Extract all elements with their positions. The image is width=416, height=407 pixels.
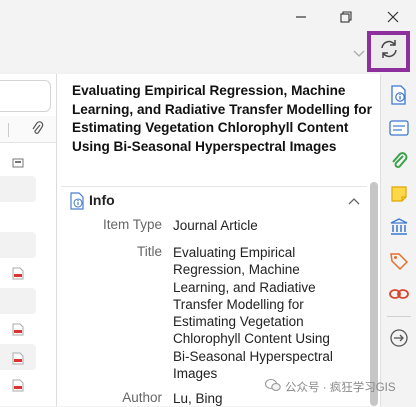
list-item[interactable]: [0, 176, 36, 202]
wechat-icon: [264, 378, 281, 395]
watermark-text: 公众号 · 疯狂学习GIS: [285, 381, 396, 394]
watermark: 公众号 · 疯狂学习GIS: [264, 378, 396, 395]
abstract-icon[interactable]: [388, 117, 410, 139]
attachments-icon[interactable]: [388, 150, 410, 172]
related-icon[interactable]: [388, 283, 410, 305]
locate-icon[interactable]: [388, 327, 410, 349]
nav-divider: [387, 316, 411, 317]
tags-icon[interactable]: [388, 250, 410, 272]
sync-icon: [378, 38, 400, 65]
item-type-value[interactable]: Journal Article: [173, 217, 333, 234]
pdf-icon[interactable]: [12, 379, 24, 397]
list-item[interactable]: [0, 288, 36, 314]
chevron-down-icon[interactable]: [352, 46, 366, 64]
minimize-icon[interactable]: [288, 6, 314, 28]
info-icon: [69, 192, 85, 215]
side-nav: [380, 74, 416, 406]
info-icon[interactable]: [388, 84, 410, 106]
restore-icon[interactable]: [333, 6, 359, 28]
items-list-pane: [0, 74, 57, 406]
notes-icon[interactable]: [388, 183, 410, 205]
field-label: Title: [136, 244, 162, 259]
item-pane: Evaluating Empirical Regression, Machine…: [57, 74, 380, 406]
pdf-icon[interactable]: [12, 323, 24, 341]
scrollbar[interactable]: [370, 182, 378, 406]
libraries-collections-icon[interactable]: [388, 216, 410, 238]
close-icon[interactable]: [380, 6, 406, 28]
field-label: Item Type: [102, 217, 162, 232]
window-titlebar: [0, 0, 416, 34]
info-section-header[interactable]: Info: [61, 186, 367, 213]
column-header[interactable]: [0, 116, 56, 143]
list-item[interactable]: [0, 232, 36, 258]
field-label: Author: [122, 390, 162, 405]
paperclip-icon: [30, 121, 44, 142]
pdf-icon[interactable]: [12, 267, 24, 285]
pdf-icon[interactable]: [12, 352, 24, 370]
sync-button[interactable]: [367, 31, 410, 72]
column-divider: [8, 123, 9, 137]
item-title[interactable]: Evaluating Empirical Regression, Machine…: [72, 82, 372, 156]
title-field[interactable]: Evaluating Empirical Regression, Machine…: [173, 244, 333, 382]
search-input[interactable]: [0, 80, 51, 112]
section-title: Info: [89, 192, 115, 208]
chevron-up-icon[interactable]: [347, 193, 361, 211]
attachment-icon: [12, 156, 24, 174]
